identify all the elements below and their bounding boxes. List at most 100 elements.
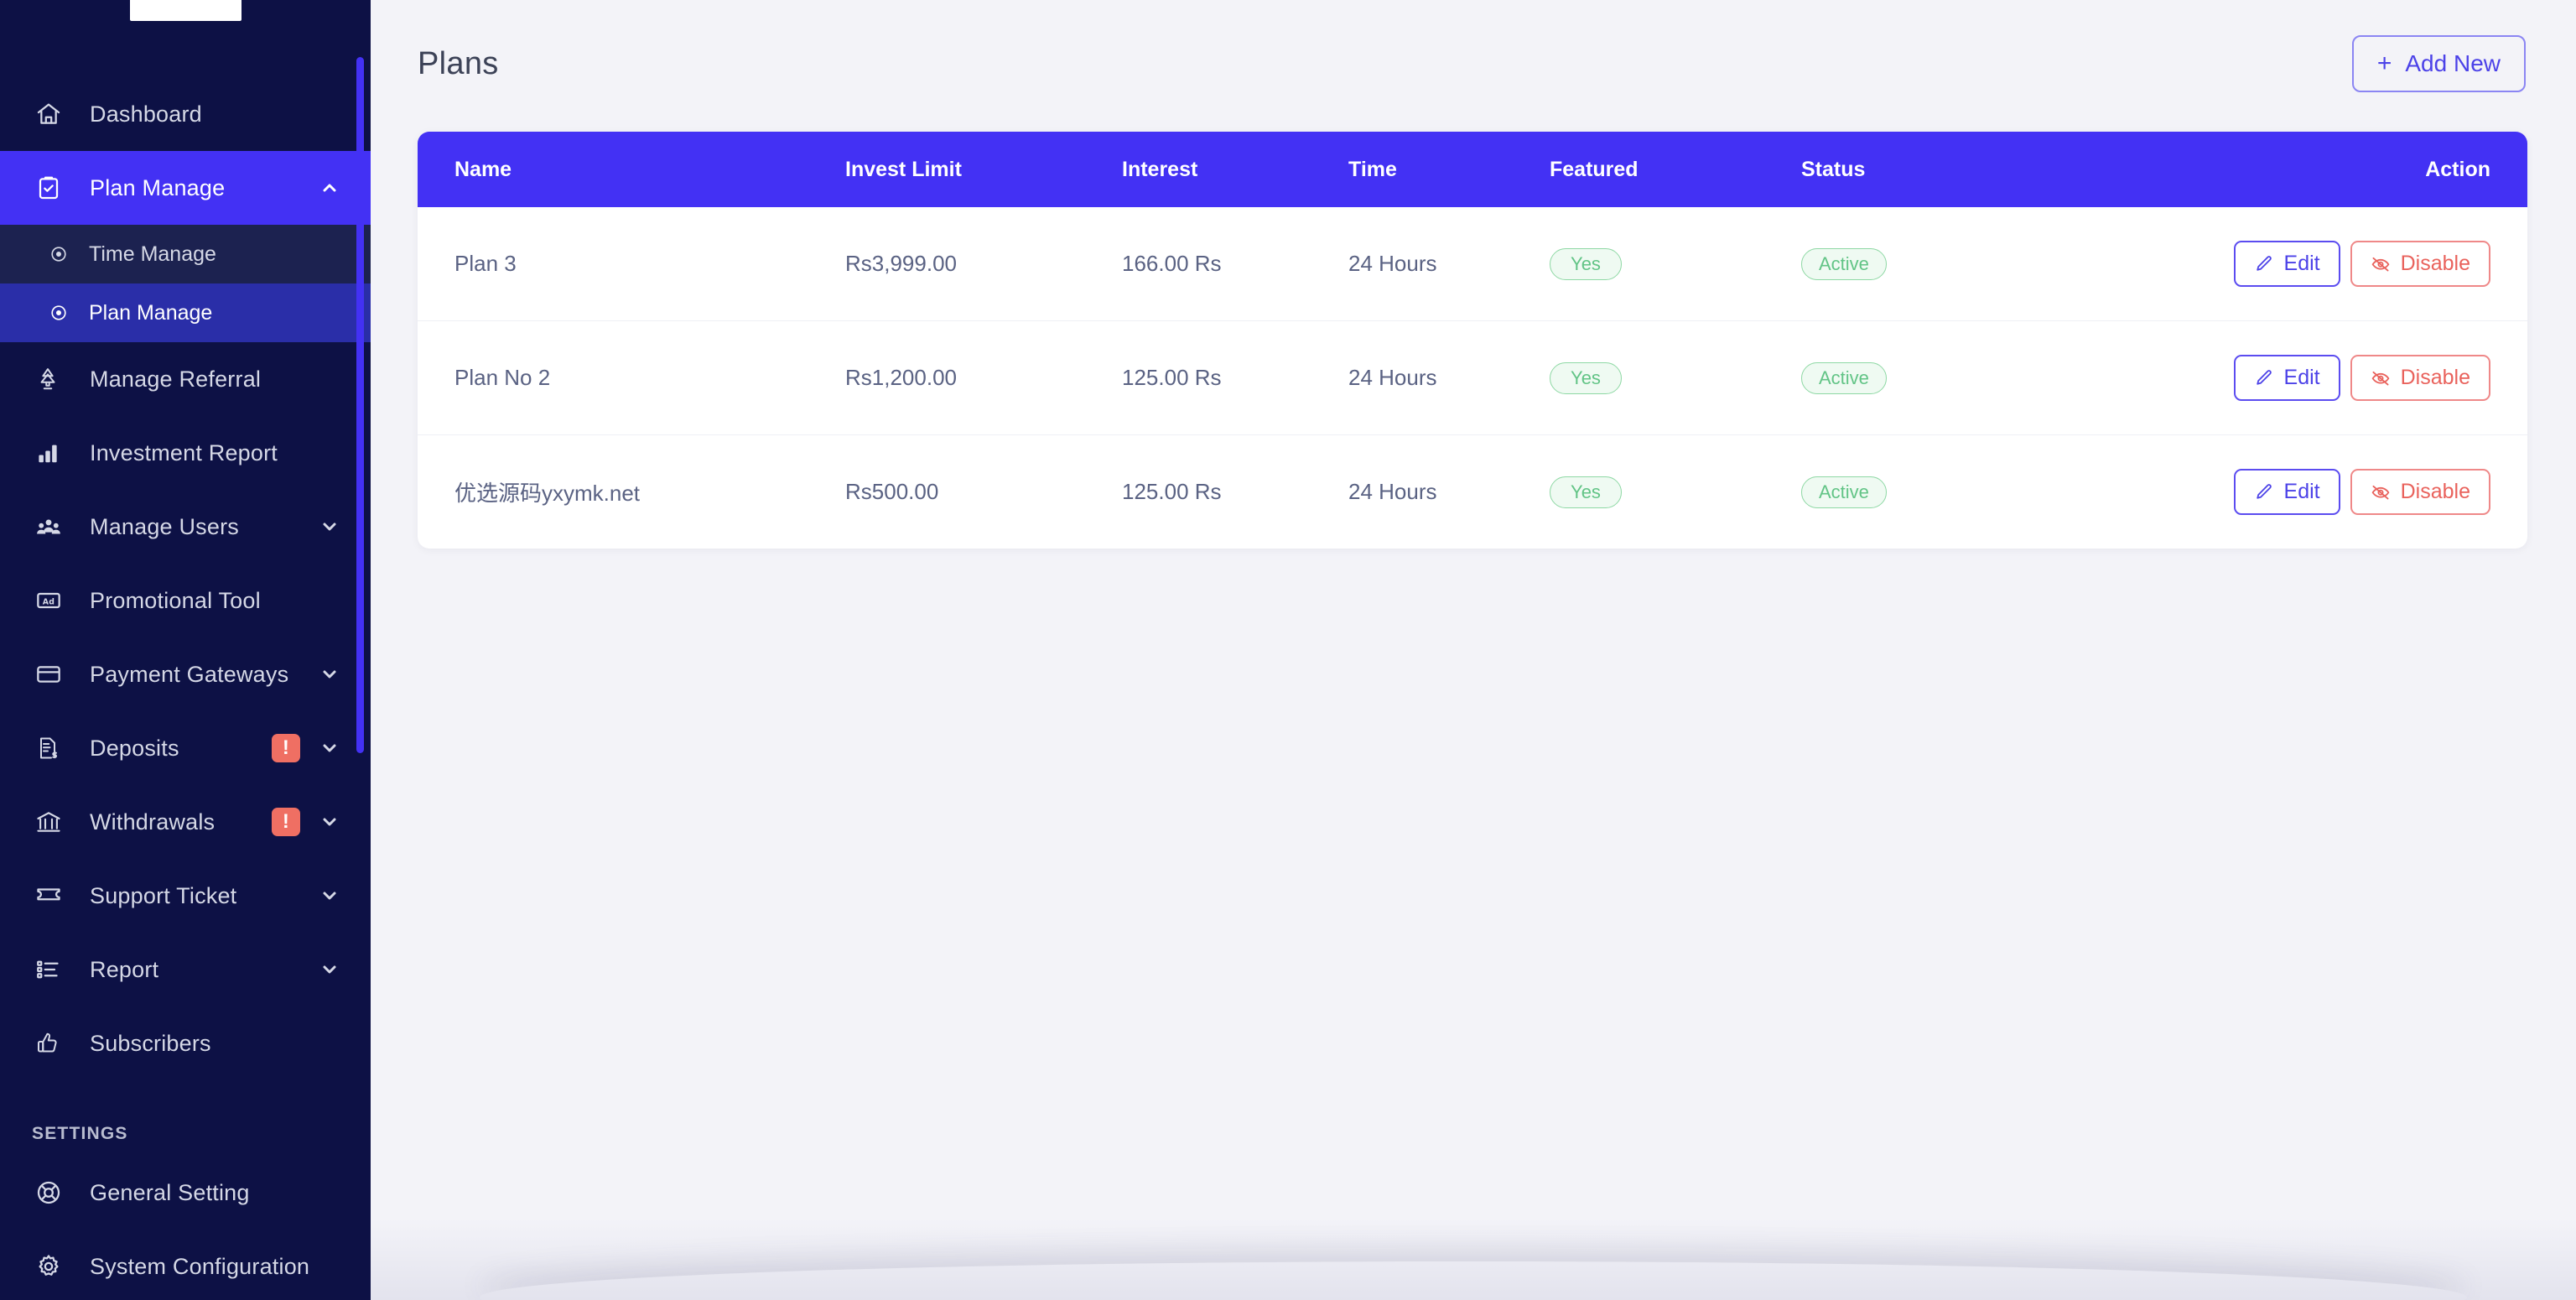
bar-chart-icon	[35, 440, 72, 465]
cell-time: 24 Hours	[1348, 320, 1550, 435]
sidebar-item-dashboard[interactable]: Dashboard	[0, 77, 371, 151]
sidebar-subitem-label: Time Manage	[89, 242, 216, 266]
sidebar-item-label: Payment Gateways	[90, 661, 289, 687]
credit-card-icon	[35, 661, 72, 688]
plans-table-card: Name Invest Limit Interest Time Featured…	[418, 132, 2527, 549]
users-icon	[35, 513, 72, 540]
sidebar-item-promotional-tool[interactable]: Ad Promotional Tool	[0, 564, 371, 637]
sidebar-item-manage-users[interactable]: Manage Users	[0, 490, 371, 564]
edit-label: Edit	[2283, 366, 2320, 389]
gear-icon	[35, 1253, 72, 1280]
sidebar-item-manage-referral[interactable]: Manage Referral	[0, 342, 371, 416]
disable-button[interactable]: Disable	[2350, 469, 2490, 515]
disable-label: Disable	[2400, 366, 2470, 389]
sidebar-item-label: Promotional Tool	[90, 587, 261, 613]
column-header-interest[interactable]: Interest	[1122, 132, 1348, 207]
column-header-featured[interactable]: Featured	[1550, 132, 1801, 207]
sidebar-item-withdrawals[interactable]: Withdrawals !	[0, 785, 371, 859]
dot-circle-icon	[44, 245, 74, 263]
ad-banner-icon: Ad	[35, 587, 72, 614]
edit-label: Edit	[2283, 480, 2320, 503]
sidebar-item-label: Investment Report	[90, 439, 278, 465]
sidebar-item-label: Manage Referral	[90, 366, 262, 392]
ticket-icon	[35, 882, 72, 909]
cell-invest-limit: Rs1,200.00	[845, 320, 1122, 435]
edit-button[interactable]: Edit	[2233, 355, 2340, 401]
cell-name: 优选源码yxymk.net	[454, 481, 641, 506]
list-icon	[35, 957, 72, 982]
chevron-up-icon[interactable]	[317, 178, 342, 198]
add-new-label: Add New	[2405, 50, 2501, 76]
edit-button[interactable]: Edit	[2233, 241, 2340, 287]
sidebar-subitem-time-manage[interactable]: Time Manage	[0, 225, 371, 283]
table-body: Plan 3 Rs3,999.00 166.00 Rs 24 Hours Yes…	[418, 207, 2527, 549]
sidebar-item-general-setting[interactable]: General Setting	[0, 1156, 371, 1230]
chevron-down-icon[interactable]	[317, 812, 342, 832]
cell-status: Active	[1801, 207, 2111, 321]
eye-slash-icon	[2371, 368, 2391, 388]
sidebar-item-label: System Configuration	[90, 1253, 310, 1279]
cell-featured: Yes	[1550, 435, 1801, 549]
plus-icon: +	[2376, 49, 2392, 77]
cell-invest-limit: Rs3,999.00	[845, 207, 1122, 321]
sidebar-item-payment-gateways[interactable]: Payment Gateways	[0, 637, 371, 711]
sidebar-item-system-configuration[interactable]: System Configuration	[0, 1230, 371, 1300]
chevron-down-icon[interactable]	[317, 517, 342, 537]
column-header-time[interactable]: Time	[1348, 132, 1550, 207]
sidebar-item-investment-report[interactable]: Investment Report	[0, 416, 371, 490]
sidebar-item-subscribers[interactable]: Subscribers	[0, 1006, 371, 1080]
referral-tree-icon	[35, 367, 72, 392]
sidebar: Dashboard Plan Manage Time Manage Plan M…	[0, 0, 371, 1300]
table-row: Plan 3 Rs3,999.00 166.00 Rs 24 Hours Yes…	[418, 207, 2527, 321]
table-header: Name Invest Limit Interest Time Featured…	[418, 132, 2527, 207]
row-actions: Edit Disable	[2233, 241, 2490, 287]
disable-button[interactable]: Disable	[2350, 355, 2490, 401]
row-actions: Edit Disable	[2233, 469, 2490, 515]
cell-interest: 166.00 Rs	[1122, 207, 1348, 321]
sidebar-item-report[interactable]: Report	[0, 933, 371, 1006]
chevron-down-icon[interactable]	[317, 886, 342, 906]
cell-interest: 125.00 Rs	[1122, 320, 1348, 435]
sidebar-item-label: Support Ticket	[90, 882, 237, 908]
sidebar-item-label: Dashboard	[90, 101, 202, 127]
brand-logo	[129, 0, 242, 21]
main-content: Plans + Add New Name Invest Limit Intere…	[371, 0, 2576, 1300]
disable-button[interactable]: Disable	[2350, 241, 2490, 287]
chevron-down-icon[interactable]	[317, 664, 342, 684]
sidebar-item-deposits[interactable]: Deposits !	[0, 711, 371, 785]
cell-action: Edit Disable	[2111, 435, 2527, 549]
sidebar-logo[interactable]	[0, 0, 371, 34]
sidebar-subitem-label: Plan Manage	[89, 300, 213, 325]
sidebar-item-plan-manage[interactable]: Plan Manage	[0, 151, 371, 225]
cell-action: Edit Disable	[2111, 320, 2527, 435]
column-header-status[interactable]: Status	[1801, 132, 2111, 207]
sidebar-scrollbar[interactable]	[356, 57, 364, 753]
table-row: Plan No 2 Rs1,200.00 125.00 Rs 24 Hours …	[418, 320, 2527, 435]
row-actions: Edit Disable	[2233, 355, 2490, 401]
edit-label: Edit	[2283, 252, 2320, 275]
column-header-invest-limit[interactable]: Invest Limit	[845, 132, 1122, 207]
thumbs-up-icon	[35, 1031, 72, 1056]
pencil-icon	[2254, 254, 2274, 274]
add-new-button[interactable]: + Add New	[2351, 35, 2526, 92]
settings-section-heading: SETTINGS	[32, 1124, 128, 1143]
column-header-action[interactable]: Action	[2111, 132, 2527, 207]
edit-button[interactable]: Edit	[2233, 469, 2340, 515]
sidebar-item-label: Manage Users	[90, 513, 239, 539]
cell-name: Plan No 2	[418, 320, 845, 435]
table-row: 优选源码yxymk.net Rs500.00 125.00 Rs 24 Hour…	[418, 435, 2527, 549]
sidebar-item-support-ticket[interactable]: Support Ticket	[0, 859, 371, 933]
disable-label: Disable	[2400, 252, 2470, 275]
app-root: Dashboard Plan Manage Time Manage Plan M…	[0, 0, 2576, 1300]
chevron-down-icon[interactable]	[317, 738, 342, 758]
sidebar-item-label: Report	[90, 956, 159, 982]
status-badge: !	[272, 734, 300, 762]
cell-invest-limit: Rs500.00	[845, 479, 939, 504]
svg-text:Ad: Ad	[43, 597, 55, 606]
featured-badge: Yes	[1550, 361, 1622, 394]
sidebar-item-label: Plan Manage	[90, 174, 226, 200]
chevron-down-icon[interactable]	[317, 959, 342, 980]
home-icon	[35, 101, 72, 127]
column-header-name[interactable]: Name	[418, 132, 845, 207]
sidebar-subitem-plan-manage[interactable]: Plan Manage	[0, 283, 371, 342]
